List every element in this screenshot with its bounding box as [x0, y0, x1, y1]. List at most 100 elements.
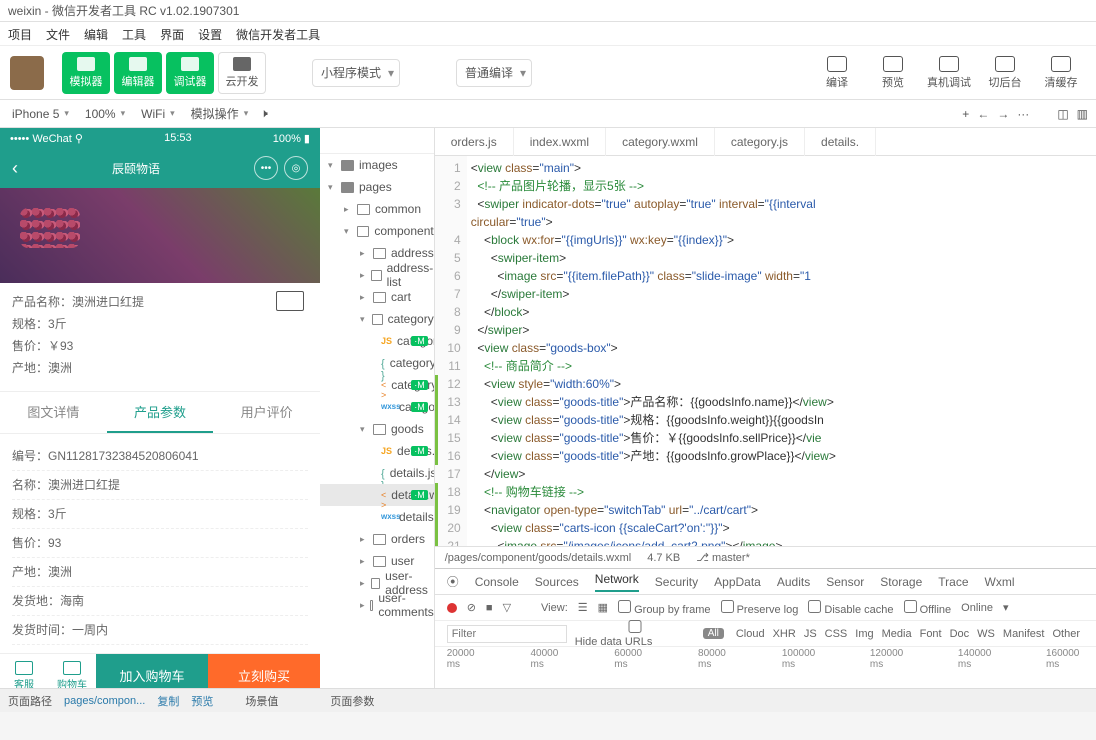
buy-button[interactable]: 立刻购买 [208, 654, 320, 688]
dt-tab-Sensor[interactable]: Sensor [826, 575, 864, 589]
mute-icon[interactable]: 🕨 [260, 106, 268, 121]
tb-编辑器[interactable]: 编辑器 [114, 52, 162, 94]
tree-category.js[interactable]: JScategory.js·M [320, 330, 434, 352]
dt-tab-Wxml[interactable]: Wxml [985, 575, 1015, 589]
menu-设置[interactable]: 设置 [198, 26, 222, 41]
tab-detail[interactable]: 图文详情 [0, 392, 107, 433]
tree-component[interactable]: ▾component [320, 220, 434, 242]
etab-category.js[interactable]: category.js [715, 128, 805, 156]
tree-user-comments[interactable]: ▸user-comments [320, 594, 434, 616]
etab-details.[interactable]: details. [805, 128, 876, 156]
tree-orders[interactable]: ▸orders [320, 528, 434, 550]
split-icon[interactable]: ◫ [1057, 107, 1068, 121]
menu-文件[interactable]: 文件 [46, 26, 70, 41]
tree-goods[interactable]: ▾goods [320, 418, 434, 440]
tree-category[interactable]: ▾category [320, 308, 434, 330]
copy-link[interactable]: 复制 [157, 693, 179, 709]
clear-icon[interactable]: ⊘ [467, 601, 476, 614]
sim-action-select[interactable]: 模拟操作 [187, 105, 253, 122]
act-清缓存[interactable]: 清缓存 [1036, 56, 1086, 90]
menu-icon[interactable]: ••• [254, 156, 278, 180]
act-切后台[interactable]: 切后台 [980, 56, 1030, 90]
preview-link[interactable]: 预览 [191, 693, 213, 709]
tab-params[interactable]: 产品参数 [107, 392, 214, 433]
tree-details.wxml[interactable]: < >details.wxml·M [320, 484, 434, 506]
ftype-CSS[interactable]: CSS [825, 628, 848, 640]
cart-button[interactable]: 购物车 [48, 654, 96, 688]
ftype-Manifest[interactable]: Manifest [1003, 628, 1045, 640]
device-bar: iPhone 5 100% WiFi 模拟操作 🕨 +←→··· ◫ ▥ [0, 100, 1096, 128]
dt-tab-Security[interactable]: Security [655, 575, 698, 589]
ftype-Cloud[interactable]: Cloud [736, 628, 765, 640]
camera-icon[interactable]: ■ [486, 602, 493, 614]
editor-pane: orders.jsindex.wxmlcategory.wxmlcategory… [435, 128, 1096, 688]
tab-reviews[interactable]: 用户评价 [213, 392, 320, 433]
dt-tab-Trace[interactable]: Trace [938, 575, 968, 589]
etab-orders.js[interactable]: orders.js [435, 128, 514, 156]
ftype-Other[interactable]: Other [1052, 628, 1080, 640]
menu-编辑[interactable]: 编辑 [84, 26, 108, 41]
dt-tab-Network[interactable]: Network [595, 572, 639, 592]
dt-tab-Sources[interactable]: Sources [535, 575, 579, 589]
menu-工具[interactable]: 工具 [122, 26, 146, 41]
tb-调试器[interactable]: 调试器 [166, 52, 214, 94]
phone-nav: ‹ 辰颐物语 •••◎ [0, 148, 320, 188]
ftype-XHR[interactable]: XHR [773, 628, 796, 640]
mode-select[interactable]: 小程序模式 [312, 59, 400, 87]
product-image[interactable] [0, 188, 320, 283]
tree-details.wxss[interactable]: wxssdetails.wxss [320, 506, 434, 528]
ftype-WS[interactable]: WS [977, 628, 995, 640]
ftype-Media[interactable]: Media [882, 628, 912, 640]
add-cart-button[interactable]: 加入购物车 [96, 654, 208, 688]
cart-icon[interactable] [276, 291, 304, 311]
filter-icon[interactable]: ▽ [503, 601, 511, 614]
menu-界面[interactable]: 界面 [160, 26, 184, 41]
act-真机调试[interactable]: 真机调试 [924, 56, 974, 90]
record-icon[interactable] [447, 603, 457, 613]
ftype-Font[interactable]: Font [920, 628, 942, 640]
act-预览[interactable]: 预览 [868, 56, 918, 90]
tree-images[interactable]: ▾images [320, 154, 434, 176]
network-select[interactable]: WiFi [137, 107, 179, 121]
avatar[interactable] [10, 56, 44, 90]
tb-云开发[interactable]: 云开发 [218, 52, 266, 94]
file-tree: ▾images▾pages▸common▾component▸address▸a… [320, 128, 435, 688]
back-icon[interactable]: ‹ [12, 158, 18, 179]
list-view-icon[interactable]: ☰ [578, 601, 588, 614]
zoom-select[interactable]: 100% [81, 107, 129, 121]
device-select[interactable]: iPhone 5 [8, 107, 73, 121]
tree-address-list[interactable]: ▸address-list [320, 264, 434, 286]
tree-cart[interactable]: ▸cart [320, 286, 434, 308]
page-title: 辰颐物语 [112, 160, 160, 177]
etab-index.wxml[interactable]: index.wxml [514, 128, 606, 156]
code-editor[interactable]: <view class="main"> <!-- 产品图片轮播，显示5张 -->… [467, 156, 1096, 546]
page-path[interactable]: pages/compon... [64, 695, 145, 707]
tree-category.json[interactable]: { }category.json [320, 352, 434, 374]
dt-tab-Console[interactable]: Console [475, 575, 519, 589]
filter-input[interactable] [447, 625, 567, 643]
filter-all[interactable]: All [703, 628, 724, 639]
close-icon[interactable]: ◎ [284, 156, 308, 180]
service-button[interactable]: 客服 [0, 654, 48, 688]
tree-details.js[interactable]: JSdetails.js·M [320, 440, 434, 462]
dt-tab-Audits[interactable]: Audits [777, 575, 810, 589]
grid-view-icon[interactable]: ▦ [598, 601, 608, 614]
menu-微信开发者工具[interactable]: 微信开发者工具 [236, 26, 320, 41]
ftype-JS[interactable]: JS [804, 628, 817, 640]
dt-tab-AppData[interactable]: AppData [714, 575, 761, 589]
tree-details.json[interactable]: { }details.json [320, 462, 434, 484]
compile-select[interactable]: 普通编译 [456, 59, 532, 87]
layout-icon[interactable]: ▥ [1077, 107, 1088, 121]
tree-category.wxml[interactable]: < >category.wxml·M [320, 374, 434, 396]
menu-项目[interactable]: 项目 [8, 26, 32, 41]
tb-模拟器[interactable]: 模拟器 [62, 52, 110, 94]
devtools-toggle-icon[interactable]: ⦿ [447, 573, 459, 590]
tree-pages[interactable]: ▾pages [320, 176, 434, 198]
etab-category.wxml[interactable]: category.wxml [606, 128, 715, 156]
dt-tab-Storage[interactable]: Storage [880, 575, 922, 589]
ftype-Img[interactable]: Img [855, 628, 873, 640]
act-编译[interactable]: 编译 [812, 56, 862, 90]
tree-common[interactable]: ▸common [320, 198, 434, 220]
ftype-Doc[interactable]: Doc [950, 628, 970, 640]
tree-category.wxss[interactable]: wxsscategory.wxss·M [320, 396, 434, 418]
